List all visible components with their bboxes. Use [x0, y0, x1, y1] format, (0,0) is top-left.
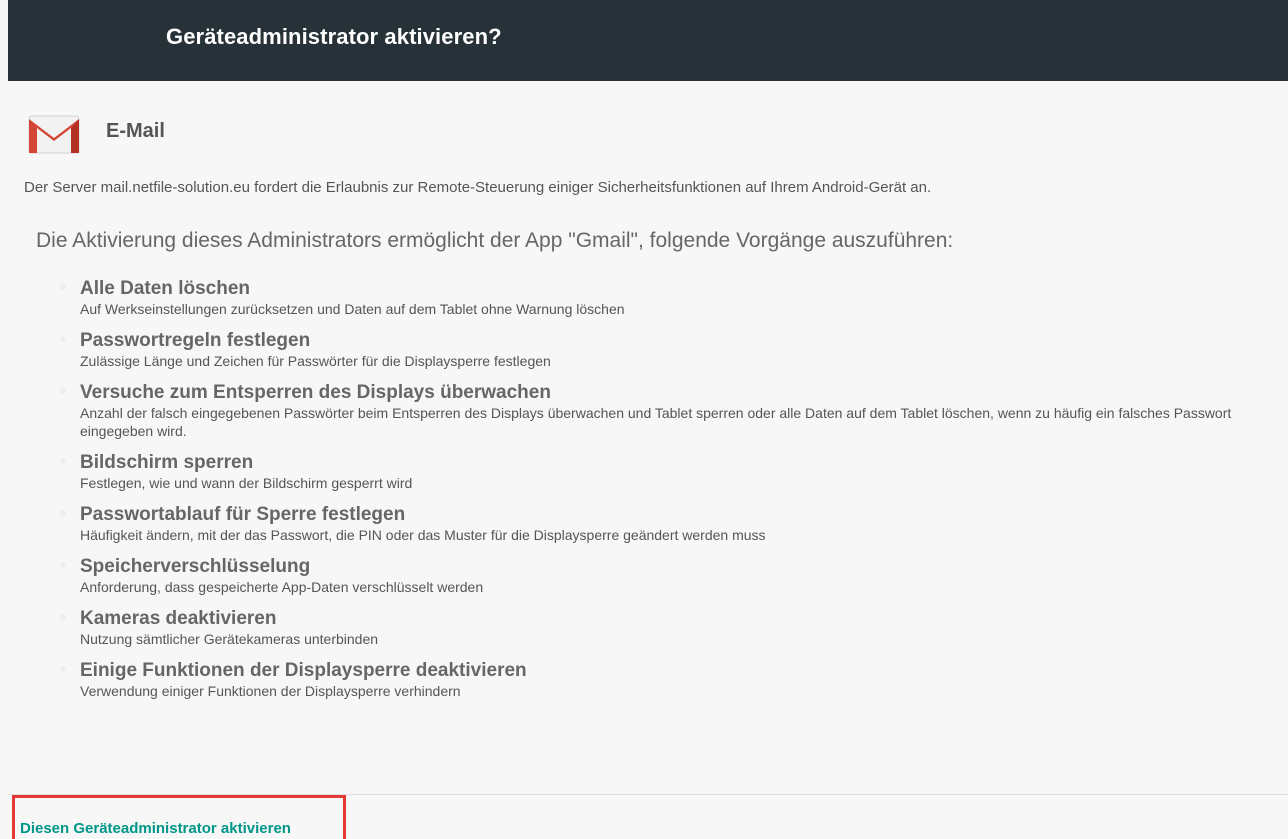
- policy-description: Anzahl der falsch eingegebenen Passwörte…: [80, 405, 1232, 439]
- dialog-title: Geräteadministrator aktivieren?: [166, 24, 502, 49]
- bullet-icon: [60, 562, 66, 568]
- bullet-icon: [60, 458, 66, 464]
- policy-title: Passwortregeln festlegen: [80, 330, 311, 351]
- policy-description: Zulässige Länge und Zeichen für Passwört…: [80, 353, 551, 369]
- policy-description: Verwendung einiger Funktionen der Displa…: [80, 683, 461, 699]
- policy-description: Häufigkeit ändern, mit der das Passwort,…: [80, 527, 766, 543]
- bullet-icon: [60, 614, 66, 620]
- gmail-envelope-icon: [28, 114, 80, 154]
- policy-title: Passwortablauf für Sperre festlegen: [80, 504, 406, 525]
- policy-description: Auf Werkseinstellungen zurücksetzen und …: [80, 301, 625, 317]
- policy-item-disable-keyguard-features: Einige Funktionen der Displaysperre deak…: [60, 660, 1285, 700]
- policy-item-storage-encryption: Speicherverschlüsselung Anforderung, das…: [60, 556, 1285, 596]
- bullet-icon: [60, 510, 66, 516]
- policy-title: Bildschirm sperren: [80, 452, 254, 473]
- policy-title: Speicherverschlüsselung: [80, 556, 311, 577]
- dialog-header: Geräteadministrator aktivieren?: [8, 0, 1288, 81]
- policy-description: Anforderung, dass gespeicherte App-Daten…: [80, 579, 484, 595]
- policy-item-password-rules: Passwortregeln festlegen Zulässige Länge…: [60, 330, 1285, 370]
- policy-title: Versuche zum Entsperren des Displays übe…: [80, 382, 551, 403]
- bullet-icon: [60, 388, 66, 394]
- activate-admin-button[interactable]: Diesen Geräteadministrator aktivieren: [20, 820, 291, 837]
- policy-description: Nutzung sämtlicher Gerätekameras unterbi…: [80, 631, 379, 647]
- admin-intro: Die Aktivierung dieses Administrators er…: [36, 229, 954, 252]
- policy-title: Einige Funktionen der Displaysperre deak…: [80, 660, 527, 681]
- policy-item-disable-cameras: Kameras deaktivieren Nutzung sämtlicher …: [60, 608, 1285, 648]
- policy-description: Festlegen, wie und wann der Bildschirm g…: [80, 475, 413, 491]
- policy-item-password-expiry: Passwortablauf für Sperre festlegen Häuf…: [60, 504, 1285, 544]
- policy-item-wipe-data: Alle Daten löschen Auf Werkseinstellunge…: [60, 278, 1285, 318]
- policy-title: Kameras deaktivieren: [80, 608, 277, 629]
- bullet-icon: [60, 666, 66, 672]
- policy-item-watch-unlocks: Versuche zum Entsperren des Displays übe…: [60, 382, 1285, 440]
- server-permission-message: Der Server mail.netfile-solution.eu ford…: [24, 179, 932, 196]
- bullet-icon: [60, 336, 66, 342]
- policy-list: Alle Daten löschen Auf Werkseinstellunge…: [60, 278, 1285, 712]
- app-name: E-Mail: [106, 120, 165, 142]
- policy-title: Alle Daten löschen: [80, 278, 250, 299]
- bullet-icon: [60, 284, 66, 290]
- policy-item-lock-screen: Bildschirm sperren Festlegen, wie und wa…: [60, 452, 1285, 492]
- app-info: E-Mail: [24, 110, 624, 158]
